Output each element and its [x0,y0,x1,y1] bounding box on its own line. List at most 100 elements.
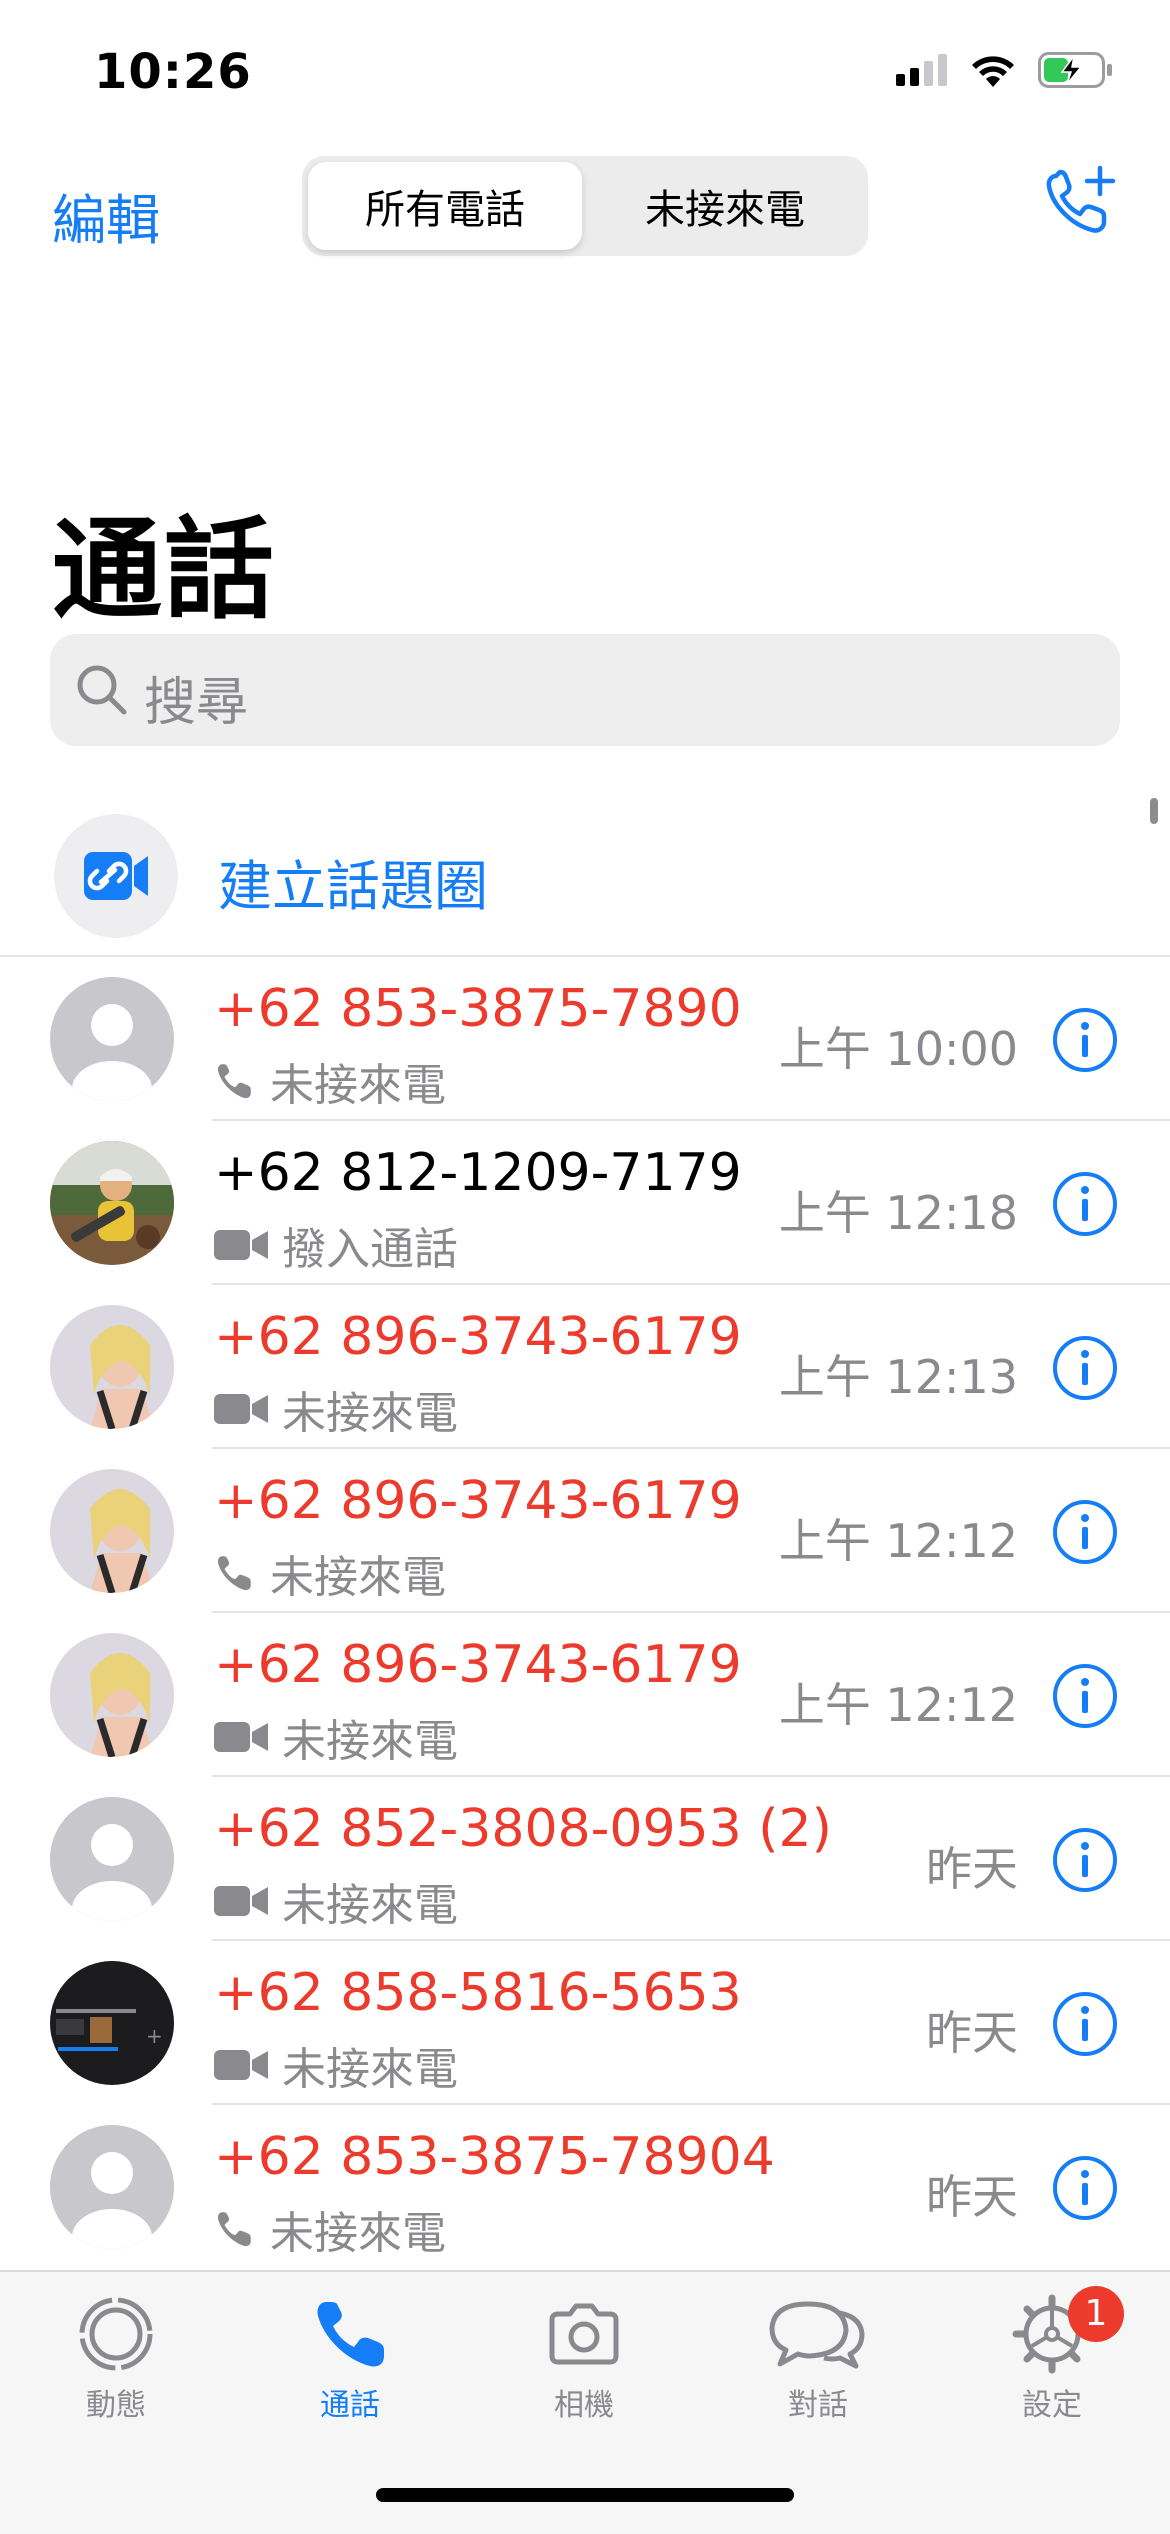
call-time: 上午 12:13 [778,1350,1018,1404]
info-icon[interactable] [1052,1991,1118,2057]
call-time: 上午 10:00 [778,1022,1018,1076]
tab-label: 動態 [86,2388,146,2423]
call-status-label: 未接來電 [282,1880,458,1931]
edit-button[interactable]: 編輯 [52,176,160,255]
call-list: +62 853-3875-7890 未接來電 上午 10:00 +62 812-… [0,957,1170,2265]
call-row[interactable]: +62 852-3808-0953 (2) 未接來電 昨天 [0,1777,1170,1941]
call-status: 撥入通話 [214,1213,458,1277]
avatar [50,1633,174,1757]
avatar [50,1305,174,1429]
caller-number: +62 853-3875-78904 [214,2127,775,2187]
info-icon[interactable] [1052,1335,1118,1401]
call-row[interactable]: + +62 858-5816-5653 未接來電 昨天 [0,1941,1170,2105]
create-call-link-label: 建立話題圈 [218,855,488,918]
info-icon[interactable] [1052,1827,1118,1893]
updates-icon [79,2297,153,2371]
call-status-label: 未接來電 [270,1060,446,1111]
status-icons [896,52,1114,88]
status-bar: 10:26 [0,0,1170,150]
segment-missed-calls[interactable]: 未接來電 [588,162,862,250]
call-status: 未接來電 [214,1705,458,1769]
segment-all-calls[interactable]: 所有電話 [308,162,582,250]
caller-number: +62 858-5816-5653 [214,1963,742,2023]
call-status: 未接來電 [214,1541,446,1605]
call-status-label: 撥入通話 [282,1224,458,1275]
call-time: 上午 12:18 [778,1186,1018,1240]
video-icon [214,2050,268,2080]
caller-number: +62 853-3875-7890 [214,979,742,1039]
tab-updates[interactable]: 動態 [36,2292,196,2432]
avatar [50,1141,174,1265]
video-icon [214,1722,268,1752]
video-icon [214,1886,268,1916]
call-status: 未接來電 [214,1049,446,1113]
status-time: 10:26 [94,44,252,100]
battery-charging-icon [1038,52,1112,88]
call-row[interactable]: +62 896-3743-6179 未接來電 上午 12:12 [0,1613,1170,1777]
caller-number: +62 896-3743-6179 [214,1635,742,1695]
info-icon[interactable] [1052,2155,1118,2221]
camera-icon [549,2303,619,2365]
new-call-button[interactable] [1042,164,1122,244]
avatar [50,977,174,1101]
chats-icon [769,2301,865,2369]
call-time: 上午 12:12 [778,1678,1018,1732]
tab-label: 設定 [1022,2388,1082,2423]
page-title: 通話 [52,506,276,634]
call-link-icon [54,814,178,938]
tab-camera[interactable]: 相機 [504,2292,664,2432]
avatar [50,2125,174,2249]
caller-number: +62 852-3808-0953 (2) [214,1799,832,1859]
tab-label: 對話 [788,2388,848,2423]
call-time: 昨天 [926,1842,1018,1896]
caller-number: +62 896-3743-6179 [214,1307,742,1367]
call-time: 上午 12:12 [778,1514,1018,1568]
call-time: 昨天 [926,2170,1018,2224]
call-status-label: 未接來電 [282,1388,458,1439]
video-icon [214,1230,268,1260]
call-row[interactable]: +62 812-1209-7179 撥入通話 上午 12:18 [0,1121,1170,1285]
search-placeholder: 搜尋 [144,673,249,733]
phone-icon [317,2302,384,2367]
svg-text:+: + [146,2024,163,2048]
call-row[interactable]: +62 896-3743-6179 未接來電 上午 12:13 [0,1285,1170,1449]
info-icon[interactable] [1052,1171,1118,1237]
call-status-label: 未接來電 [282,2044,458,2095]
phone-icon [217,1064,251,1099]
search-input[interactable]: 搜尋 [50,634,1120,746]
phone-icon [217,2212,251,2247]
call-status: 未接來電 [214,1377,458,1441]
avatar [50,1469,174,1593]
call-status: 未接來電 [214,2033,458,2097]
call-row[interactable]: +62 853-3875-78904 未接來電 昨天 [0,2105,1170,2265]
tab-label: 相機 [554,2388,614,2423]
info-icon[interactable] [1052,1499,1118,1565]
call-status: 未接來電 [214,2197,446,2261]
cellular-signal-icon [896,54,947,86]
call-status-label: 未接來電 [282,1716,458,1767]
caller-number: +62 896-3743-6179 [214,1471,742,1531]
info-icon[interactable] [1052,1663,1118,1729]
tab-settings[interactable]: 設定 1 [972,2286,1132,2432]
wifi-icon [972,56,1014,87]
info-icon[interactable] [1052,1007,1118,1073]
tab-calls[interactable]: 通話 [270,2292,430,2432]
phone-icon [217,1556,251,1591]
home-indicator[interactable] [376,2488,794,2502]
avatar [50,1797,174,1921]
video-icon [214,1394,268,1424]
call-time: 昨天 [926,2006,1018,2060]
search-icon [77,665,127,715]
call-row[interactable]: +62 896-3743-6179 未接來電 上午 12:12 [0,1449,1170,1613]
tab-chats[interactable]: 對話 [738,2292,898,2432]
avatar: + [50,1961,174,2085]
tab-label: 通話 [320,2388,380,2423]
call-status: 未接來電 [214,1869,458,1933]
call-status-label: 未接來電 [270,2208,446,2259]
create-call-link-button[interactable]: 建立話題圈 [0,800,1170,956]
notification-badge: 1 [1068,2286,1124,2342]
caller-number: +62 812-1209-7179 [214,1143,742,1203]
call-row[interactable]: +62 853-3875-7890 未接來電 上午 10:00 [0,957,1170,1121]
call-filter-segmented-control: 所有電話 未接來電 [302,156,868,256]
call-status-label: 未接來電 [270,1552,446,1603]
